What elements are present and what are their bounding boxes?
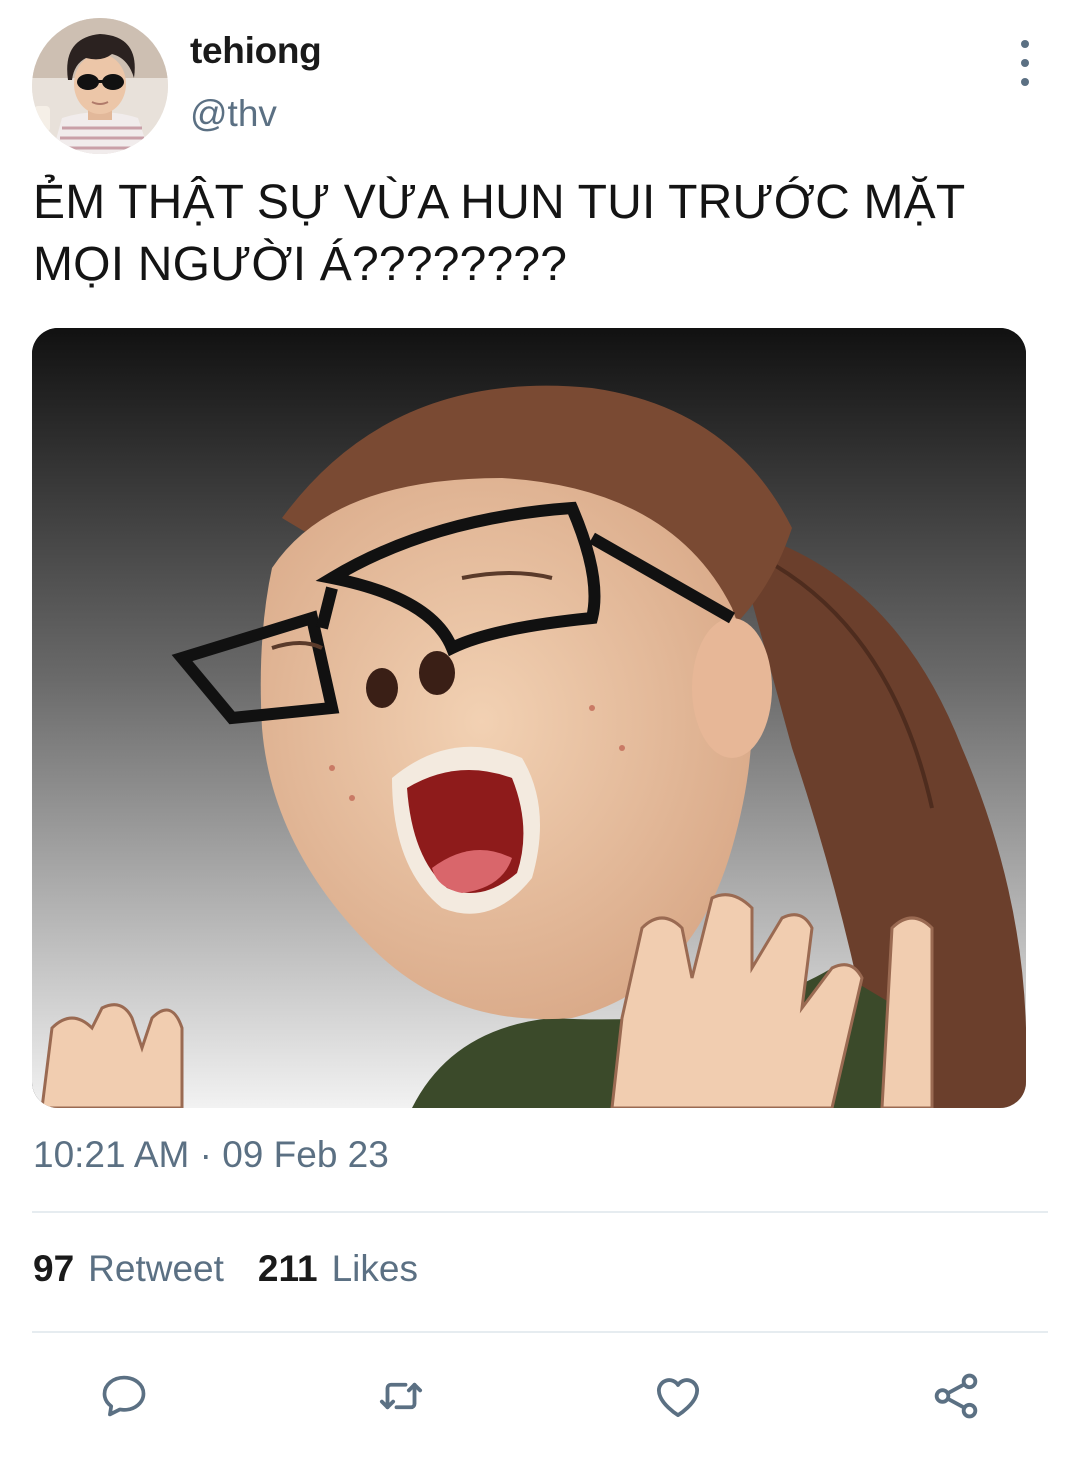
user-handle[interactable]: @thv [190, 93, 277, 135]
tweet-text: ẺM THẬT SỰ VỪA HUN TUI TRƯỚC MẶT MỌI NGƯ… [33, 176, 965, 291]
like-button[interactable] [646, 1364, 710, 1428]
more-options-button[interactable] [1004, 40, 1046, 86]
divider [32, 1331, 1048, 1333]
tweet-media[interactable] [32, 328, 1026, 1108]
avatar[interactable] [32, 18, 168, 154]
heart-icon [656, 1378, 700, 1418]
divider [32, 1211, 1048, 1213]
reply-icon [102, 1375, 146, 1417]
retweet-stat[interactable]: 97 Retweet [33, 1248, 224, 1290]
retweet-label: Retweet [88, 1248, 224, 1289]
more-dot-icon [1021, 78, 1029, 86]
cartoon-woman-crying-image [32, 328, 1026, 1108]
retweet-icon [379, 1382, 423, 1410]
more-dot-icon [1021, 59, 1029, 67]
tweet-timestamp[interactable]: 10:21 AM · 09 Feb 23 [33, 1134, 389, 1176]
tweet-stats: 97 Retweet 211 Likes [33, 1248, 418, 1290]
retweet-count: 97 [33, 1248, 75, 1289]
avatar-photo [32, 18, 168, 154]
likes-label: Likes [331, 1248, 418, 1289]
tweet-actions-bar [0, 1364, 1080, 1428]
likes-stat[interactable]: 211 Likes [258, 1248, 418, 1290]
share-button[interactable] [924, 1364, 988, 1428]
more-dot-icon [1021, 40, 1029, 48]
retweet-button[interactable] [369, 1364, 433, 1428]
display-name[interactable]: tehiong [190, 30, 322, 72]
share-icon [934, 1373, 978, 1419]
likes-count: 211 [257, 1248, 318, 1289]
reply-button[interactable] [92, 1364, 156, 1428]
